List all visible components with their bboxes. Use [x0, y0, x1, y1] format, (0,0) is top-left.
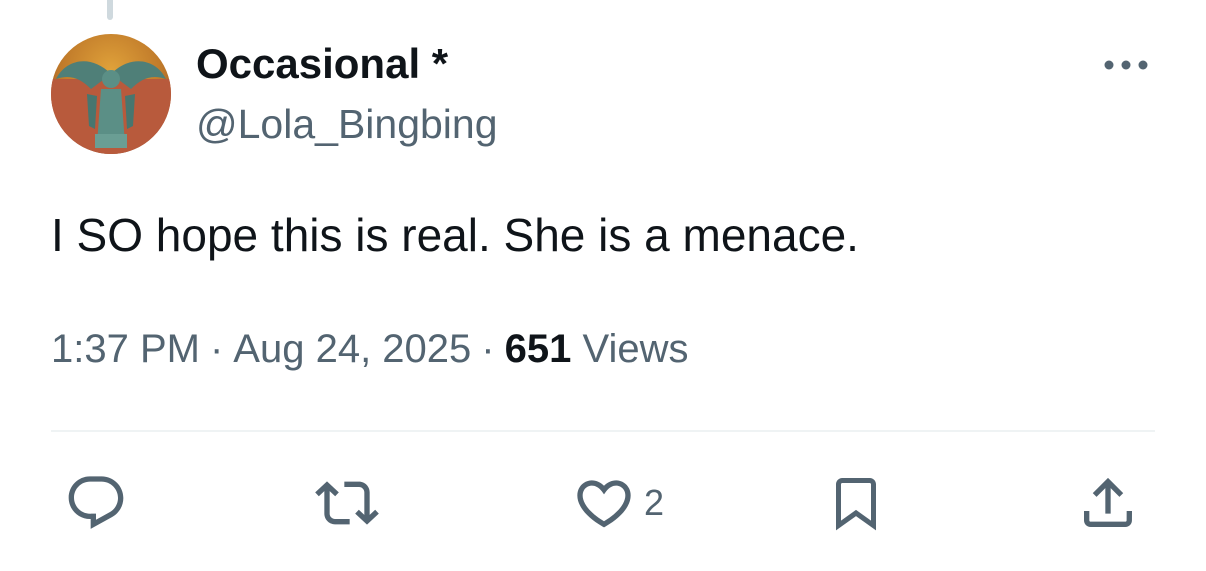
share-icon — [1084, 477, 1132, 527]
tweet-text: I SO hope this is real. She is a menace. — [51, 209, 859, 261]
author-handle[interactable]: @Lola_Bingbing — [196, 100, 498, 148]
heart-icon — [577, 480, 631, 528]
tweet-meta: 1:37 PM · Aug 24, 2025 · 651 Views — [51, 324, 688, 374]
more-icon — [1104, 60, 1148, 70]
thread-connector-line — [107, 0, 113, 20]
avatar[interactable] — [51, 34, 171, 154]
meta-separator: · — [209, 327, 224, 371]
meta-separator: · — [481, 327, 495, 371]
views-count: 651 — [504, 327, 572, 371]
more-options-button[interactable] — [1098, 50, 1154, 80]
tweet-detail: Occasional * @Lola_Bingbing I SO hope th… — [0, 0, 1206, 571]
reply-button[interactable] — [64, 470, 128, 536]
bookmark-button[interactable] — [826, 470, 886, 536]
share-button[interactable] — [1076, 470, 1140, 536]
like-count: 2 — [644, 482, 665, 523]
reply-icon — [68, 476, 124, 529]
retweet-button[interactable] — [312, 470, 382, 536]
divider — [51, 430, 1155, 432]
author-display-name[interactable]: Occasional * — [196, 40, 448, 88]
bookmark-icon — [836, 478, 876, 531]
tweet-time[interactable]: 1:37 PM — [51, 327, 200, 371]
tweet-date[interactable]: Aug 24, 2025 — [233, 327, 471, 371]
like-button[interactable]: 2 — [572, 470, 664, 536]
retweet-icon — [315, 481, 379, 525]
views-label: Views — [582, 327, 689, 371]
